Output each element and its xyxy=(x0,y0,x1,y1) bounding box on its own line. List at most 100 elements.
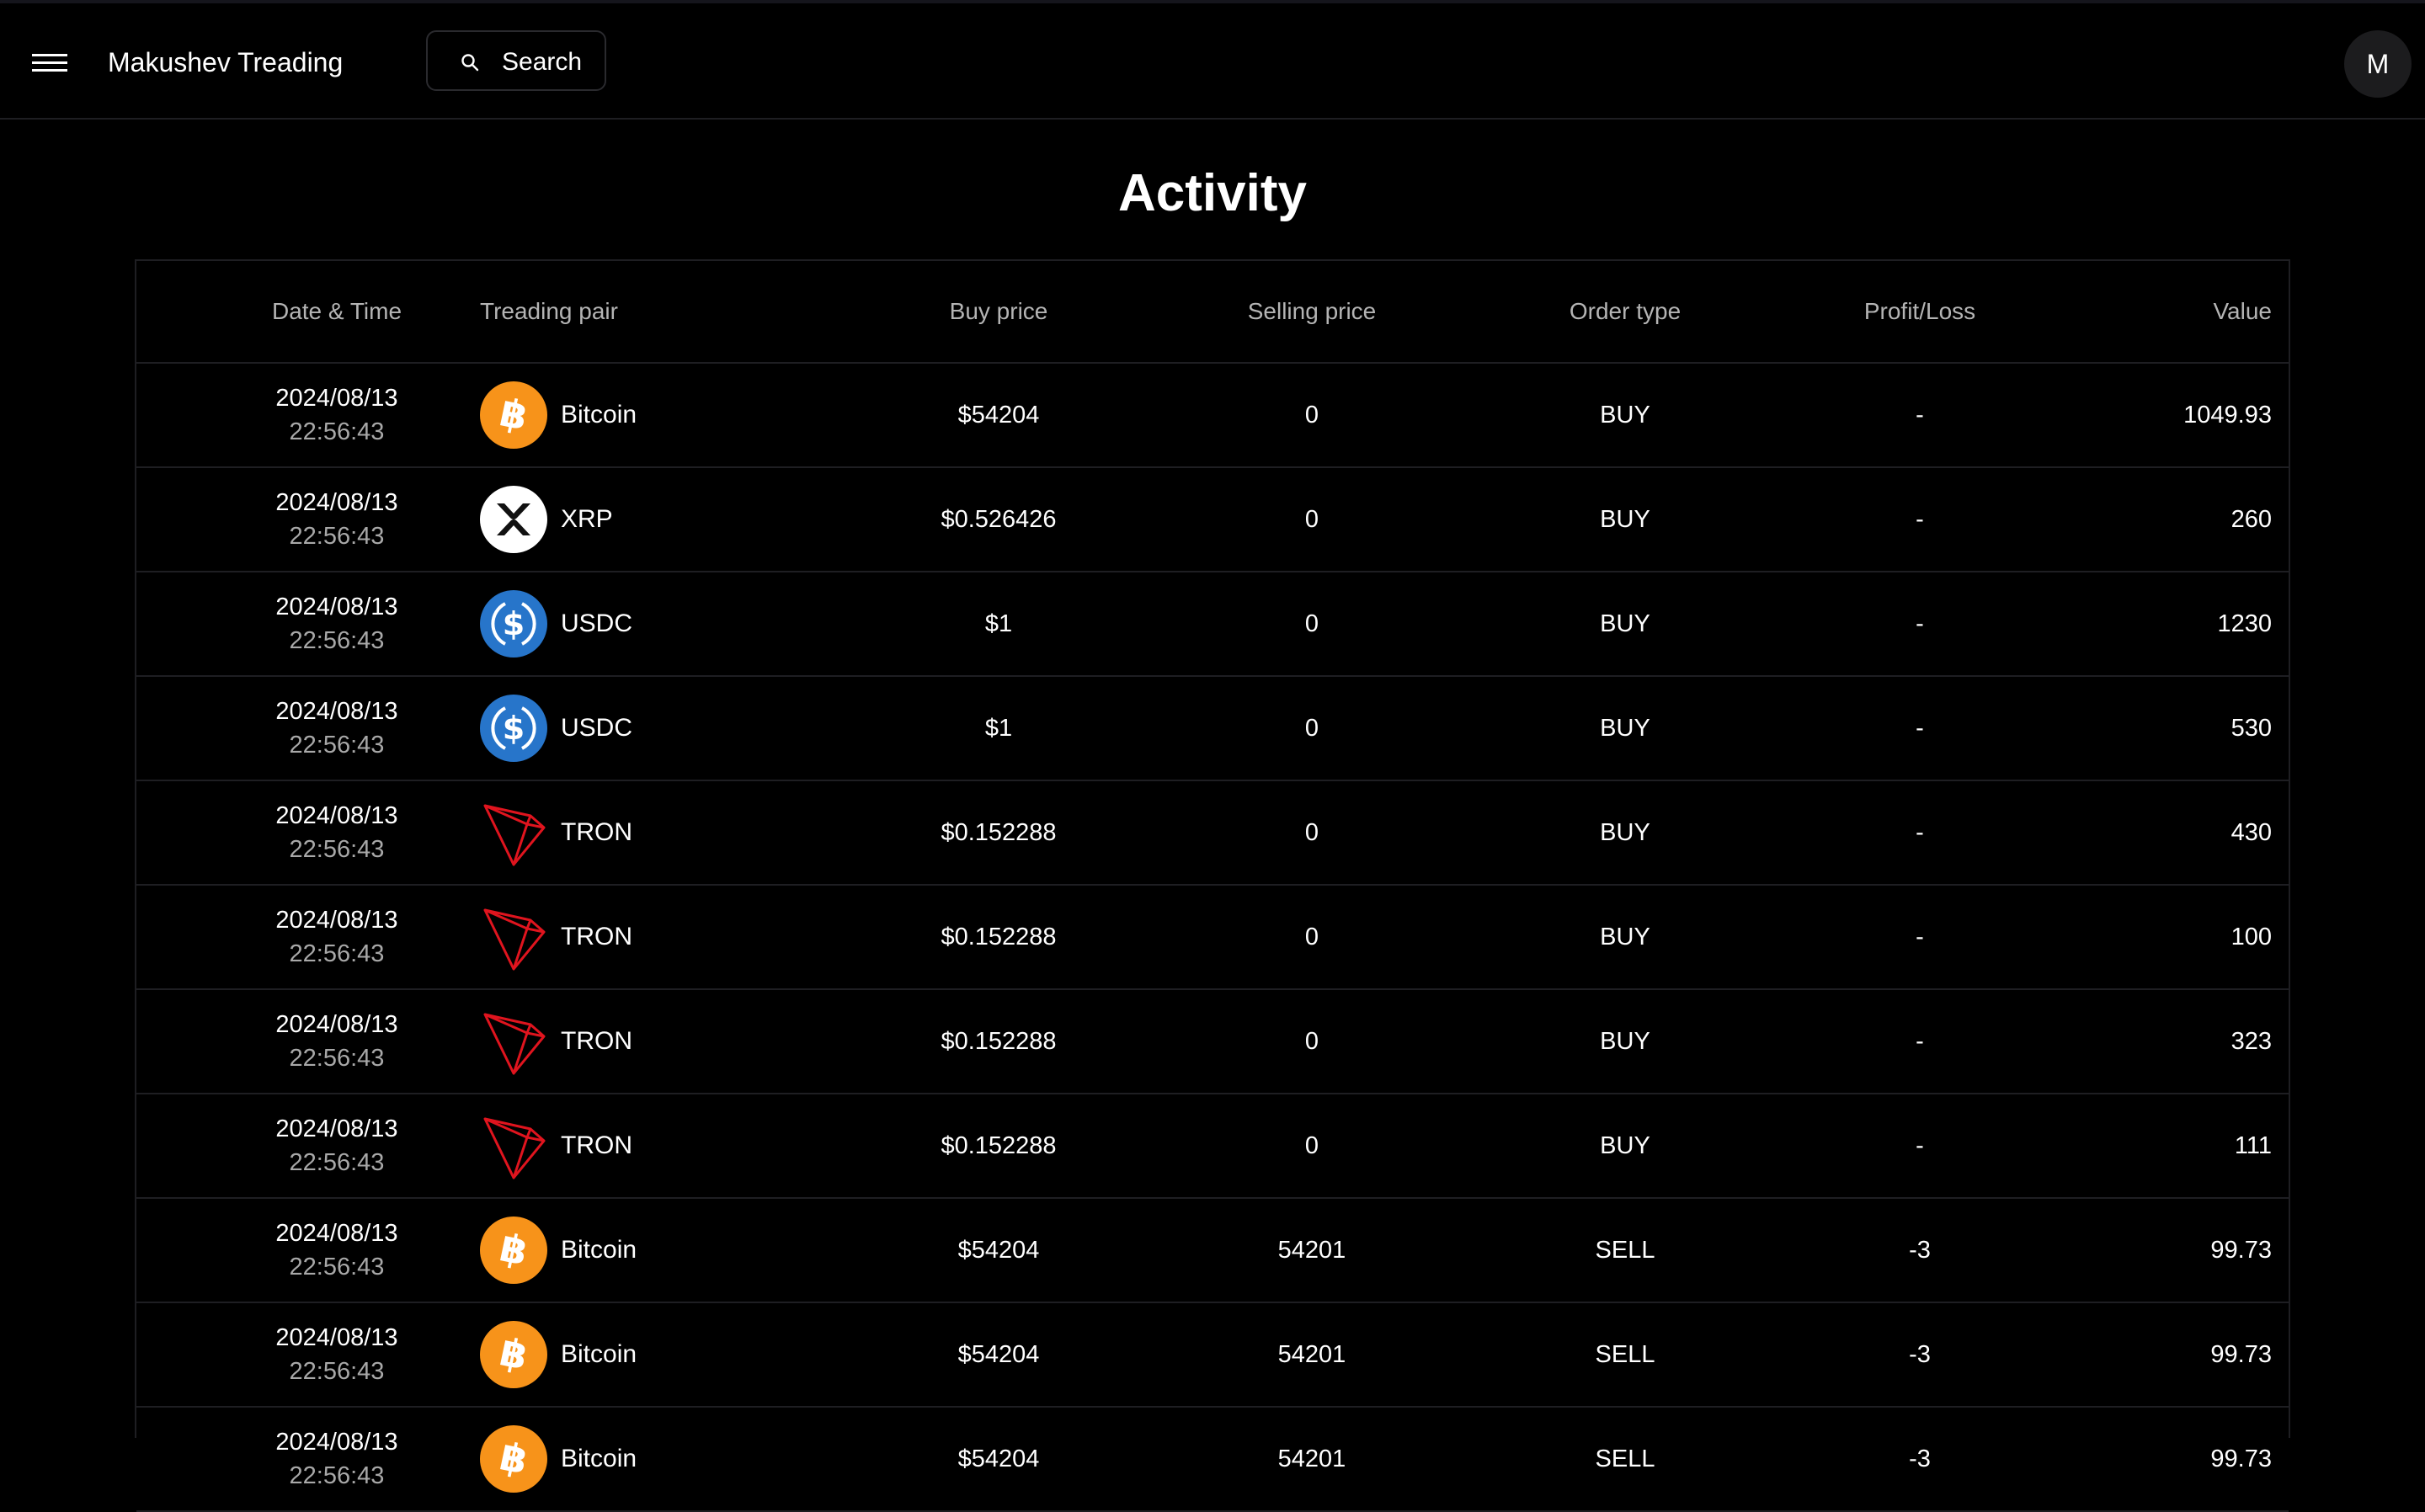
menu-icon[interactable] xyxy=(32,51,69,76)
time-text: 22:56:43 xyxy=(289,940,385,967)
date-text: 2024/08/13 xyxy=(275,1220,398,1247)
date-text: 2024/08/13 xyxy=(275,1011,398,1038)
pair-cell: ฿ Bitcoin xyxy=(480,1199,783,1302)
table-row[interactable]: 2024/08/13 22:56:43 ฿ Bitcoin $54204 54201 SEL… xyxy=(136,1303,2289,1408)
date-cell: 2024/08/13 22:56:43 xyxy=(236,990,438,1093)
value-cell: 1049.93 xyxy=(2183,401,2272,429)
column-header-buy-price[interactable]: Buy price xyxy=(881,261,1117,362)
value-cell: 260 xyxy=(2230,505,2272,533)
table-row[interactable]: 2024/08/13 22:56:43 ฿ Bitcoin $54204 54201 SEL… xyxy=(136,1199,2289,1303)
table-row[interactable]: 2024/08/13 22:56:43 TRON $0.152288 0 BUY - 100 xyxy=(136,886,2289,990)
time-text: 22:56:43 xyxy=(289,418,385,445)
selling-price-cell: 54201 xyxy=(1277,1340,1346,1368)
column-header-date[interactable]: Date & Time xyxy=(236,261,438,362)
date-text: 2024/08/13 xyxy=(275,489,398,516)
date-cell: 2024/08/13 22:56:43 xyxy=(236,468,438,571)
date-text: 2024/08/13 xyxy=(275,907,398,934)
date-cell: 2024/08/13 22:56:43 xyxy=(236,781,438,884)
pair-cell: ฿ Bitcoin xyxy=(480,1303,783,1406)
order-type-cell: BUY xyxy=(1600,1131,1650,1159)
time-text: 22:56:43 xyxy=(289,1358,385,1385)
order-type-cell: BUY xyxy=(1600,401,1650,429)
search-button[interactable]: Search xyxy=(426,30,606,91)
selling-price-cell: 54201 xyxy=(1277,1445,1346,1472)
tron-icon xyxy=(483,1013,546,1075)
time-text: 22:56:43 xyxy=(289,523,385,550)
time-text: 22:56:43 xyxy=(289,1045,385,1072)
table-row[interactable]: 2024/08/13 22:56:43 TRON $0.152288 0 BUY - 111 xyxy=(136,1094,2289,1199)
svg-text:$: $ xyxy=(503,710,525,747)
coin-name: XRP xyxy=(561,505,613,533)
buy-price-cell: $54204 xyxy=(957,1236,1040,1264)
selling-price-cell: 0 xyxy=(1304,923,1319,950)
svg-text:$: $ xyxy=(503,605,525,642)
table-row[interactable]: 2024/08/13 22:56:43 TRON $0.152288 0 BUY - 323 xyxy=(136,990,2289,1094)
usdc-icon: $ xyxy=(480,695,547,762)
activity-table: Date & Time Treading pair Buy price Sell… xyxy=(135,259,2290,1512)
order-type-cell: BUY xyxy=(1600,923,1650,950)
date-cell: 2024/08/13 22:56:43 xyxy=(236,1303,438,1406)
order-type-cell: BUY xyxy=(1600,714,1650,742)
profit-loss-cell: -3 xyxy=(1909,1340,1931,1368)
buy-price-cell: $54204 xyxy=(957,1445,1040,1472)
coin-name: Bitcoin xyxy=(561,1445,637,1472)
table-row[interactable]: 2024/08/13 22:56:43 XRP $0.526426 0 BUY - 260 xyxy=(136,468,2289,572)
bitcoin-icon: ฿ xyxy=(480,381,547,449)
profit-loss-cell: - xyxy=(1916,1131,1924,1159)
brand-title[interactable]: Makushev Treading xyxy=(108,45,343,79)
selling-price-cell: 0 xyxy=(1304,1027,1319,1055)
column-header-selling-price[interactable]: Selling price xyxy=(1194,261,1430,362)
date-text: 2024/08/13 xyxy=(275,594,398,620)
coin-name: Bitcoin xyxy=(561,1340,637,1368)
value-cell: 111 xyxy=(2234,1131,2272,1159)
time-text: 22:56:43 xyxy=(289,627,385,654)
date-text: 2024/08/13 xyxy=(275,1429,398,1456)
buy-price-cell: $1 xyxy=(984,610,1013,637)
time-text: 22:56:43 xyxy=(289,1149,385,1176)
page-title: Activity xyxy=(1118,164,1307,222)
buy-price-cell: $54204 xyxy=(957,1340,1040,1368)
bitcoin-icon: ฿ xyxy=(480,1425,547,1493)
search-label: Search xyxy=(502,48,583,76)
usdc-icon: $ xyxy=(480,590,547,658)
buy-price-cell: $54204 xyxy=(957,401,1040,429)
selling-price-cell: 0 xyxy=(1304,714,1319,742)
date-cell: 2024/08/13 22:56:43 xyxy=(236,1199,438,1302)
order-type-cell: BUY xyxy=(1600,610,1650,637)
table-row[interactable]: 2024/08/13 22:56:43 ฿ Bitcoin $54204 54201 SEL… xyxy=(136,1408,2289,1512)
profit-loss-cell: - xyxy=(1916,714,1924,742)
profit-loss-cell: - xyxy=(1916,923,1924,950)
buy-price-cell: $0.152288 xyxy=(941,818,1057,846)
table-row[interactable]: 2024/08/13 22:56:43 TRON $0.152288 0 BUY - 430 xyxy=(136,781,2289,886)
date-text: 2024/08/13 xyxy=(275,802,398,829)
column-header-pair[interactable]: Treading pair xyxy=(480,261,783,362)
column-header-profit-loss[interactable]: Profit/Loss xyxy=(1802,261,2038,362)
pair-cell: $ USDC xyxy=(480,677,783,780)
coin-name: USDC xyxy=(561,714,633,742)
value-cell: 430 xyxy=(2230,818,2272,846)
column-header-value[interactable]: Value xyxy=(2019,261,2272,362)
pair-cell: $ USDC xyxy=(480,572,783,675)
avatar[interactable]: M xyxy=(2344,30,2412,98)
tron-icon xyxy=(483,1117,546,1179)
app-header: Makushev Treading Search M xyxy=(0,3,2425,120)
buy-price-cell: $0.152288 xyxy=(941,1131,1057,1159)
value-cell: 530 xyxy=(2230,714,2272,742)
order-type-cell: BUY xyxy=(1600,818,1650,846)
time-text: 22:56:43 xyxy=(289,1254,385,1280)
bitcoin-icon: ฿ xyxy=(480,1217,547,1284)
value-cell: 100 xyxy=(2230,923,2272,950)
order-type-cell: BUY xyxy=(1600,1027,1650,1055)
buy-price-cell: $0.152288 xyxy=(941,923,1057,950)
column-header-order-type[interactable]: Order type xyxy=(1507,261,1743,362)
selling-price-cell: 0 xyxy=(1304,818,1319,846)
table-row[interactable]: 2024/08/13 22:56:43 $ USDC $1 0 BUY - 1230 xyxy=(136,572,2289,677)
table-row[interactable]: 2024/08/13 22:56:43 ฿ Bitcoin $54204 0 BUY - 104… xyxy=(136,364,2289,468)
profit-loss-cell: - xyxy=(1916,818,1924,846)
date-cell: 2024/08/13 22:56:43 xyxy=(236,364,438,466)
coin-name: USDC xyxy=(561,610,633,637)
order-type-cell: SELL xyxy=(1595,1445,1655,1472)
date-text: 2024/08/13 xyxy=(275,1115,398,1142)
table-row[interactable]: 2024/08/13 22:56:43 $ USDC $1 0 BUY - 530 xyxy=(136,677,2289,781)
profit-loss-cell: -3 xyxy=(1909,1445,1931,1472)
